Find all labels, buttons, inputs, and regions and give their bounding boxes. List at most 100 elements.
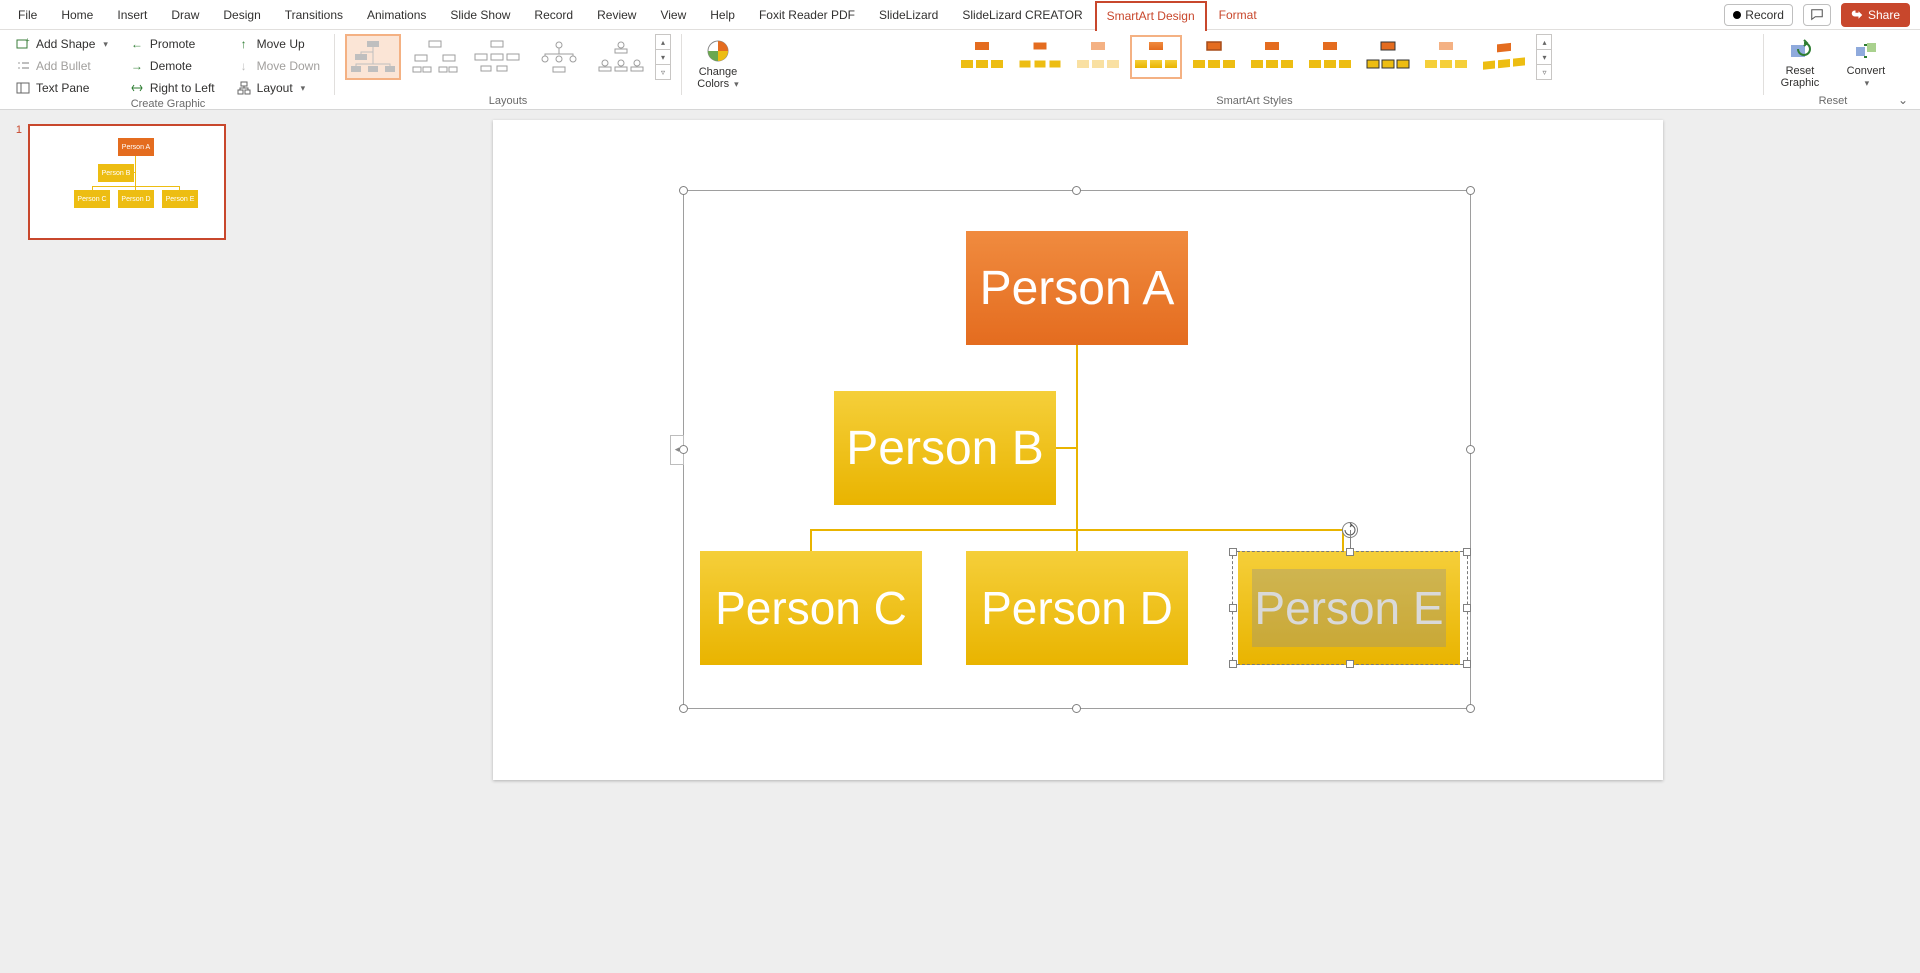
cmd-move-down: ↓ Move Down: [233, 56, 324, 76]
tab-home[interactable]: Home: [49, 0, 105, 30]
resize-handle-l[interactable]: [679, 445, 688, 454]
change-colors-icon: [705, 38, 731, 64]
org-node-a[interactable]: Person A: [966, 231, 1188, 345]
group-label-layouts: Layouts: [489, 95, 528, 109]
style-option-6[interactable]: [1246, 35, 1298, 79]
cmd-add-shape[interactable]: + Add Shape ▾: [12, 34, 112, 54]
smartart-selection-frame[interactable]: ◂ Person A Person B Person C: [683, 190, 1471, 709]
shape-handle[interactable]: [1229, 548, 1237, 556]
chevron-down-icon: ▾: [301, 83, 306, 94]
tab-slidelizard-creator[interactable]: SlideLizard CREATOR: [950, 0, 1094, 30]
style-option-5[interactable]: [1188, 35, 1240, 79]
thumbnail-content: Person A Person B Person C Person D Pers…: [42, 134, 212, 230]
move-up-icon: ↑: [237, 37, 251, 51]
demote-label: Demote: [150, 59, 192, 73]
cmd-right-to-left[interactable]: Right to Left: [126, 78, 219, 98]
layout-icon: [237, 81, 251, 95]
resize-handle-t[interactable]: [1072, 186, 1081, 195]
slide-thumbnail-1[interactable]: Person A Person B Person C Person D Pers…: [28, 124, 226, 240]
tab-format[interactable]: Format: [1207, 0, 1269, 30]
tab-insert[interactable]: Insert: [105, 0, 159, 30]
record-label: Record: [1745, 8, 1784, 22]
resize-handle-tl[interactable]: [679, 186, 688, 195]
org-node-d[interactable]: Person D: [966, 551, 1188, 665]
cmd-change-colors[interactable]: ChangeColors ▾: [692, 34, 744, 94]
tab-review[interactable]: Review: [585, 0, 648, 30]
layout-option-5[interactable]: [593, 34, 649, 80]
resize-handle-tr[interactable]: [1466, 186, 1475, 195]
styles-gallery-scroll[interactable]: ▴▾▿: [1536, 34, 1552, 80]
style-option-4[interactable]: [1130, 35, 1182, 79]
shape-handle[interactable]: [1229, 604, 1237, 612]
cmd-add-bullet: Add Bullet: [12, 56, 112, 76]
share-button[interactable]: Share: [1841, 3, 1910, 27]
layout-option-2[interactable]: [407, 34, 463, 80]
resize-handle-br[interactable]: [1466, 704, 1475, 713]
tab-draw[interactable]: Draw: [159, 0, 211, 30]
chevron-down-icon: ▾: [1865, 78, 1870, 88]
style-option-3[interactable]: [1072, 35, 1124, 79]
tab-slideshow[interactable]: Slide Show: [438, 0, 522, 30]
slide-editor[interactable]: ◂ Person A Person B Person C: [236, 110, 1920, 973]
ribbon-tabstrip: File Home Insert Draw Design Transitions…: [0, 0, 1920, 30]
style-option-2[interactable]: [1014, 35, 1066, 79]
style-option-7[interactable]: [1304, 35, 1356, 79]
layouts-gallery-scroll[interactable]: ▴▾▿: [655, 34, 671, 80]
resize-handle-bl[interactable]: [679, 704, 688, 713]
cmd-promote[interactable]: ← Promote: [126, 34, 219, 54]
layout-option-3[interactable]: [469, 34, 525, 80]
ribbon-collapse-button[interactable]: ⌄: [1898, 93, 1908, 107]
shape-handle[interactable]: [1463, 604, 1471, 612]
tab-file[interactable]: File: [6, 0, 49, 30]
shape-handle[interactable]: [1346, 548, 1354, 556]
style-option-10[interactable]: [1478, 35, 1530, 79]
cmd-move-up[interactable]: ↑ Move Up: [233, 34, 324, 54]
style-option-1[interactable]: [956, 35, 1008, 79]
tab-record[interactable]: Record: [522, 0, 585, 30]
resize-handle-r[interactable]: [1466, 445, 1475, 454]
shape-selection-box[interactable]: [1232, 551, 1468, 665]
org-node-c[interactable]: Person C: [700, 551, 922, 665]
layout-option-4[interactable]: [531, 34, 587, 80]
layout-option-1[interactable]: [345, 34, 401, 80]
move-up-label: Move Up: [257, 37, 305, 51]
comments-button[interactable]: [1803, 4, 1831, 26]
tab-smartart-design[interactable]: SmartArt Design: [1095, 1, 1207, 31]
thumb-node-d: Person D: [118, 190, 154, 208]
tab-help[interactable]: Help: [698, 0, 747, 30]
tab-animations[interactable]: Animations: [355, 0, 438, 30]
styles-gallery: ▴▾▿: [956, 34, 1552, 80]
shape-handle[interactable]: [1463, 660, 1471, 668]
cmd-text-pane[interactable]: Text Pane: [12, 78, 112, 98]
change-colors-line2: Colors: [697, 78, 729, 90]
tab-foxit[interactable]: Foxit Reader PDF: [747, 0, 867, 30]
slide-canvas[interactable]: ◂ Person A Person B Person C: [493, 120, 1663, 780]
style-option-8[interactable]: [1362, 35, 1414, 79]
shape-handle[interactable]: [1229, 660, 1237, 668]
group-reset: ResetGraphic Convert▾ Reset: [1768, 32, 1898, 109]
cmd-reset-graphic[interactable]: ResetGraphic: [1774, 34, 1826, 94]
add-shape-icon: +: [16, 37, 30, 51]
reset-graphic-line1: Reset: [1786, 65, 1815, 77]
resize-handle-b[interactable]: [1072, 704, 1081, 713]
org-node-e-selected[interactable]: Person E: [1232, 551, 1468, 665]
cmd-demote[interactable]: → Demote: [126, 56, 219, 76]
tab-slidelizard[interactable]: SlideLizard: [867, 0, 950, 30]
record-button[interactable]: Record: [1724, 4, 1793, 26]
tab-view[interactable]: View: [648, 0, 698, 30]
add-shape-label: Add Shape: [36, 37, 95, 51]
style-option-9[interactable]: [1420, 35, 1472, 79]
shape-handle[interactable]: [1463, 548, 1471, 556]
tab-design[interactable]: Design: [211, 0, 272, 30]
move-down-label: Move Down: [257, 59, 320, 73]
cmd-layout[interactable]: Layout ▾: [233, 78, 324, 98]
chevron-down-icon: ▾: [734, 79, 739, 89]
reset-graphic-icon: [1788, 39, 1812, 63]
tab-transitions[interactable]: Transitions: [273, 0, 355, 30]
org-node-b[interactable]: Person B: [834, 391, 1056, 505]
svg-text:+: +: [25, 37, 30, 45]
shape-handle[interactable]: [1346, 660, 1354, 668]
cmd-convert[interactable]: Convert▾: [1840, 34, 1892, 94]
share-icon: [1851, 9, 1863, 21]
thumb-node-e: Person E: [162, 190, 198, 208]
